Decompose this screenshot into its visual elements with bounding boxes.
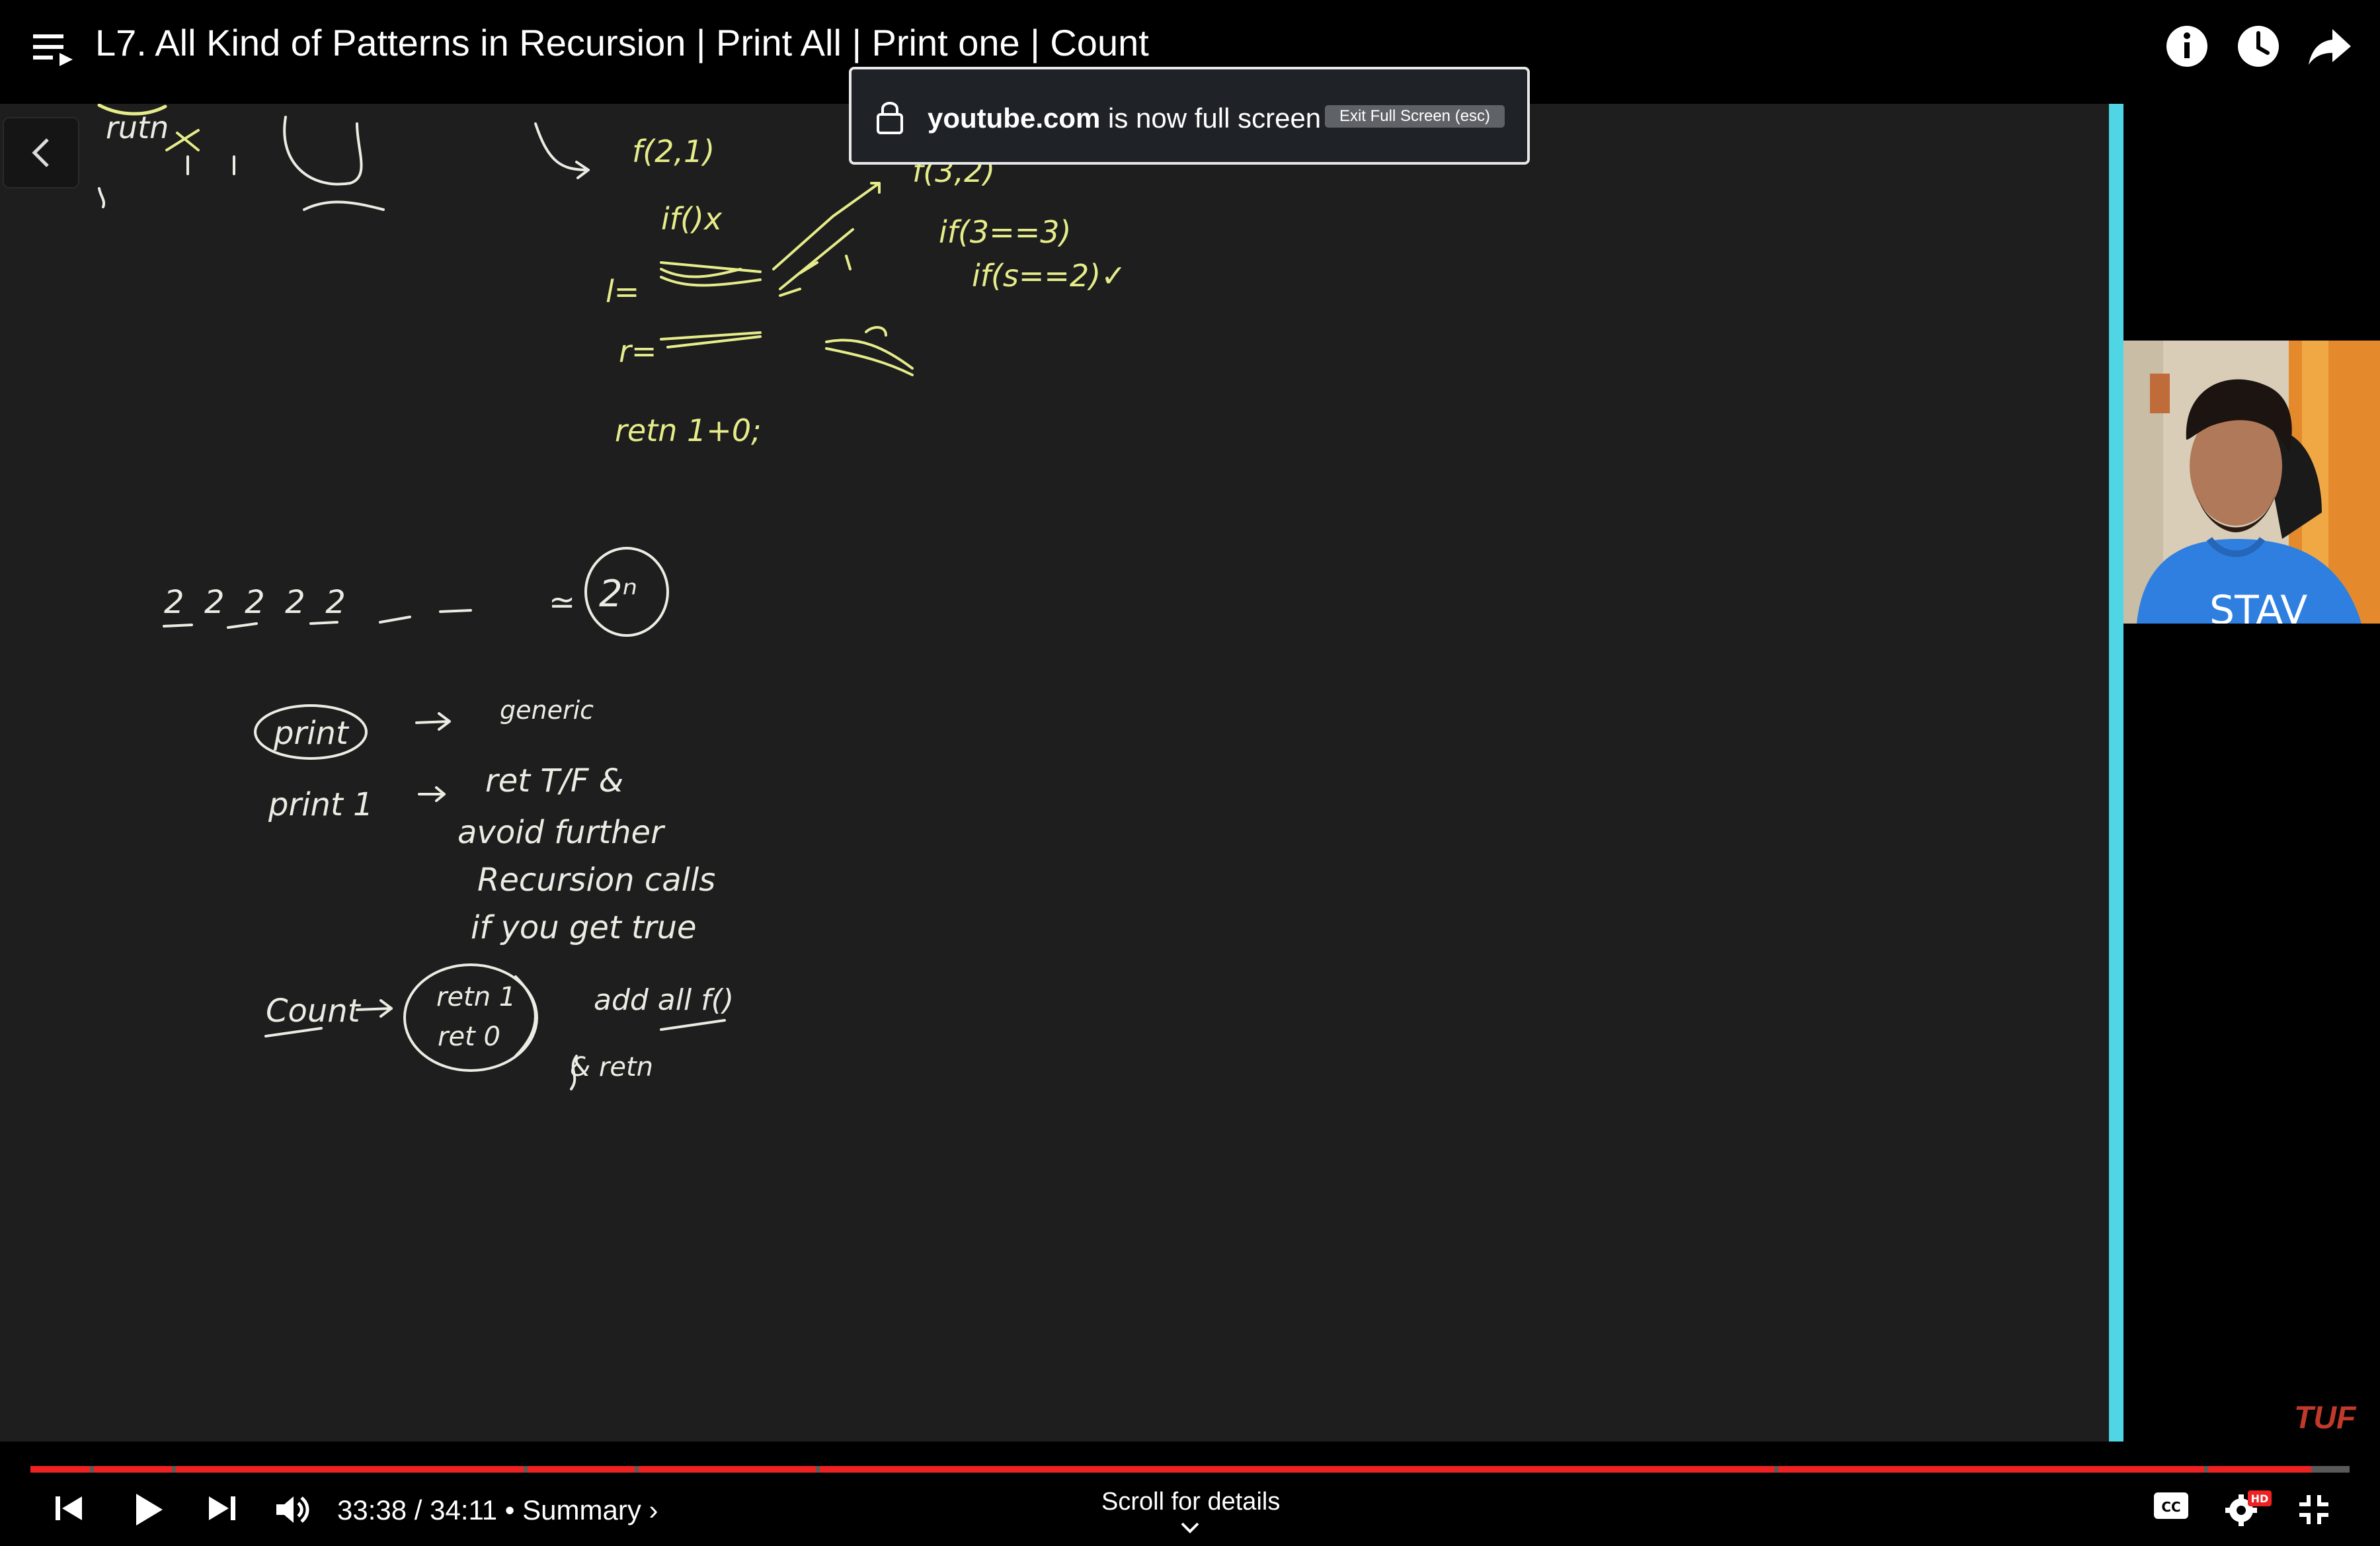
- chevron-down-icon[interactable]: [1179, 1521, 1201, 1535]
- wb-l-eq: l=: [606, 274, 639, 309]
- chapter-segment[interactable]: [820, 1466, 1774, 1473]
- video-title: L7. All Kind of Patterns in Recursion | …: [95, 22, 1149, 63]
- wb-twos: 2 2 2 2 2: [164, 584, 346, 621]
- fullscreen-notice: youtube.com is now full screen Exit Full…: [849, 67, 1530, 165]
- wb-f21: f(2,1): [632, 134, 715, 169]
- back-button[interactable]: [3, 117, 79, 188]
- wb-print1-lbl: print 1: [268, 786, 374, 823]
- wb-print-lbl: print: [273, 715, 350, 752]
- channel-watermark[interactable]: TUF: [2294, 1400, 2356, 1436]
- chapter-segment[interactable]: [176, 1466, 524, 1473]
- side-panel: [2123, 104, 2380, 1442]
- playlist-icon[interactable]: [33, 32, 74, 67]
- next-icon[interactable]: [205, 1491, 239, 1526]
- notice-message: is now full screen: [1108, 102, 1322, 134]
- play-icon[interactable]: [130, 1491, 167, 1528]
- back-chevron-icon: [32, 138, 49, 167]
- chapter-segment[interactable]: [639, 1466, 816, 1473]
- time-display: 33:38 / 34:11 • Summary ›: [337, 1494, 658, 1526]
- wb-r-eq: r=: [619, 333, 656, 369]
- clock-icon[interactable]: [2232, 20, 2285, 73]
- svg-text:CC: CC: [2161, 1499, 2180, 1515]
- scroll-hint[interactable]: Scroll for details: [1101, 1488, 1280, 1516]
- chapter-segment[interactable]: [1778, 1466, 2204, 1473]
- wb-if-true: if you get true: [471, 909, 697, 946]
- wb-add-all: add all f(): [594, 983, 734, 1017]
- presenter-image: STAV: [2123, 341, 2380, 624]
- volume-icon[interactable]: [274, 1491, 311, 1528]
- notice-text: youtube.com is now full screen: [928, 102, 1321, 134]
- player-controls: 33:38 / 34:11 • Summary › Scroll for det…: [0, 1442, 2380, 1546]
- chapter-segment[interactable]: [30, 1466, 90, 1473]
- wb-count-lbl: Count: [266, 993, 362, 1030]
- wb-if3: if(s==2)✓: [972, 258, 1127, 294]
- notice-host: youtube.com: [928, 102, 1101, 134]
- wb-rec-calls: Recursion calls: [477, 862, 715, 899]
- wb-return: & retn: [570, 1052, 653, 1082]
- webcam-inset: STAV: [2123, 341, 2380, 624]
- chapter-segment[interactable]: [94, 1466, 172, 1473]
- wb-if2: if(3==3): [939, 214, 1072, 250]
- share-icon[interactable]: [2303, 20, 2356, 73]
- wb-approx: ≃: [549, 584, 575, 621]
- time-text: 33:38 / 34:11: [337, 1494, 498, 1526]
- wb-ret-tf: ret T/F &: [485, 762, 623, 799]
- wb-ret0: ret 0: [438, 1022, 500, 1052]
- whiteboard: rutn f(2,1) f(3,2) if()x if(3==3) if(s==…: [0, 104, 2110, 1442]
- chapter-segment[interactable]: [528, 1466, 635, 1473]
- video-frame[interactable]: rutn f(2,1) f(3,2) if()x if(3==3) if(s==…: [0, 104, 2380, 1442]
- info-icon[interactable]: [2161, 20, 2213, 73]
- cc-icon[interactable]: CC: [2153, 1491, 2190, 1522]
- svg-text:STAV: STAV: [2209, 587, 2307, 624]
- wb-pow: 2ⁿ: [599, 573, 637, 616]
- chapter-segment[interactable]: [2208, 1466, 2311, 1473]
- exit-fullscreen-button[interactable]: Exit Full Screen (esc): [1325, 105, 1505, 128]
- edge-bar: [2109, 104, 2123, 1442]
- hd-badge: HD: [2251, 1492, 2269, 1505]
- lock-icon: [877, 102, 903, 134]
- wb-ret: retn 1+0;: [615, 413, 762, 448]
- prev-icon[interactable]: [52, 1491, 86, 1526]
- wb-ret1: retn 1: [436, 982, 516, 1012]
- settings-icon[interactable]: HD: [2223, 1486, 2273, 1529]
- exit-fullscreen-icon[interactable]: [2295, 1491, 2332, 1528]
- wb-avoid: avoid further: [457, 814, 666, 851]
- wb-print-txt: generic: [500, 696, 594, 725]
- wb-if1: if()x: [661, 201, 723, 237]
- chapter-title[interactable]: • Summary ›: [505, 1494, 658, 1526]
- wb-tl-text: rutn: [106, 110, 169, 145]
- whiteboard-drawing: rutn f(2,1) f(3,2) if()x if(3==3) if(s==…: [97, 104, 1127, 1090]
